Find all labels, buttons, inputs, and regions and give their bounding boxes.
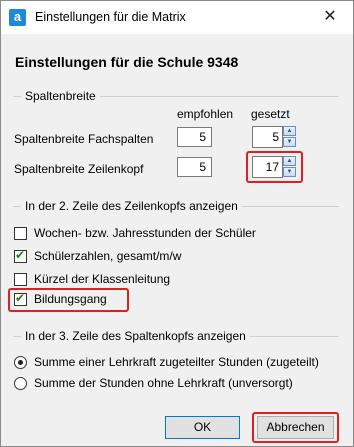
close-icon[interactable]: ✕	[315, 5, 345, 29]
checkbox-klassenleitung[interactable]	[14, 273, 27, 286]
group-title-spaltenbreite: Spaltenbreite	[21, 89, 100, 103]
stepper-value[interactable]: 5	[252, 126, 283, 148]
radio-label-zugeteilt[interactable]: Summe einer Lehrkraft zugeteilter Stunde…	[34, 355, 319, 369]
width-stepper-fachspalten[interactable]: 5 ▲ ▼	[252, 126, 299, 148]
recommended-value-zeilenkopf: 5	[177, 157, 212, 177]
checkbox-schuelerzahlen[interactable]	[14, 248, 27, 263]
checkbox-label-wochenstunden[interactable]: Wochen- bzw. Jahresstunden der Schüler	[34, 226, 256, 240]
column-header-set: gesetzt	[251, 107, 290, 121]
radio-zugeteilt[interactable]	[14, 356, 27, 369]
group-title-zeilenkopf: In der 2. Zeile des Zeilenkopfs anzeigen	[21, 199, 242, 213]
row-label-fachspalten: Spaltenbreite Fachspalten	[14, 132, 154, 146]
title-bar: a Einstellungen für die Matrix ✕	[1, 1, 353, 34]
app-logo-icon: a	[9, 9, 26, 26]
recommended-value-fachspalten: 5	[177, 127, 212, 147]
radio-unversorgt[interactable]	[14, 377, 27, 390]
column-header-recommended: empfohlen	[177, 107, 234, 121]
cancel-button[interactable]: Abbrechen	[257, 416, 334, 439]
group-title-spaltenkopf: In der 3. Zeile des Spaltenkopfs anzeige…	[21, 329, 250, 343]
checkbox-bildungsgang[interactable]	[14, 291, 27, 306]
settings-dialog: a Einstellungen für die Matrix ✕ Einstel…	[0, 0, 354, 447]
checkbox-label-schuelerzahlen[interactable]: Schülerzahlen, gesamt/m/w	[34, 249, 181, 263]
page-title: Einstellungen für die Schule 9348	[15, 54, 239, 70]
chevron-up-icon[interactable]: ▲	[283, 156, 296, 166]
ok-button[interactable]: OK	[165, 416, 240, 439]
checkbox-wochenstunden[interactable]	[14, 227, 27, 240]
chevron-up-icon[interactable]: ▲	[283, 126, 296, 136]
checkbox-label-bildungsgang[interactable]: Bildungsgang	[34, 292, 107, 306]
radio-label-unversorgt[interactable]: Summe der Stunden ohne Lehrkraft (unvers…	[34, 376, 293, 390]
chevron-down-icon[interactable]: ▼	[283, 137, 296, 147]
width-stepper-zeilenkopf[interactable]: 17 ▲ ▼	[252, 156, 299, 178]
checkbox-label-klassenleitung[interactable]: Kürzel der Klassenleitung	[34, 272, 170, 286]
stepper-arrows: ▲ ▼	[283, 156, 297, 178]
stepper-value[interactable]: 17	[252, 156, 283, 178]
row-label-zeilenkopf: Spaltenbreite Zeilenkopf	[14, 162, 144, 176]
chevron-down-icon[interactable]: ▼	[283, 167, 296, 177]
stepper-arrows: ▲ ▼	[283, 126, 297, 148]
window-title: Einstellungen für die Matrix	[35, 10, 186, 24]
